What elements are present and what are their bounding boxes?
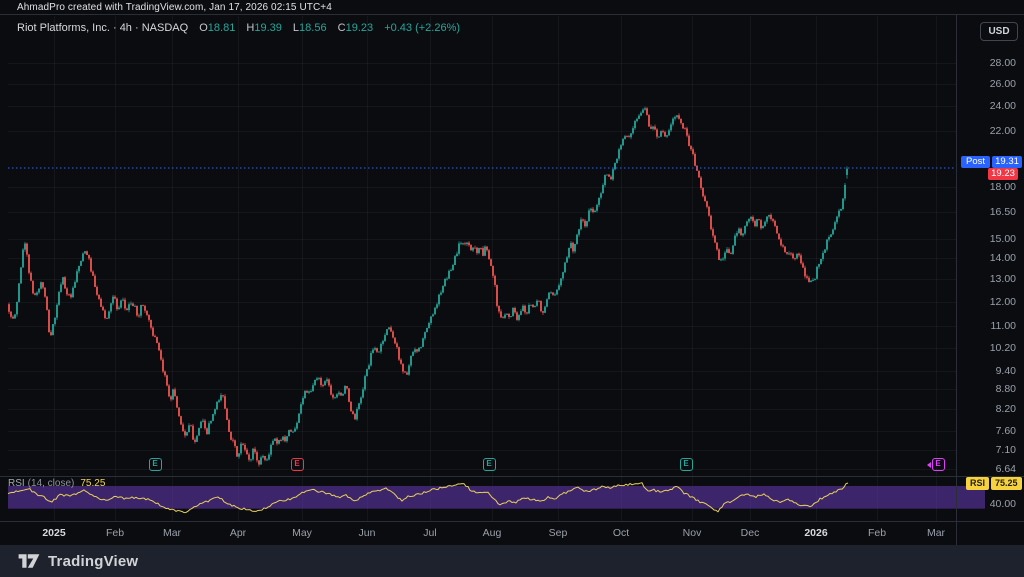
time-axis-label: Nov	[683, 527, 702, 539]
price-axis-label: 8.80	[996, 383, 1016, 395]
change-value: +0.43 (+2.26%)	[384, 22, 460, 34]
rsi-axis-badge-name: RSI	[966, 477, 989, 490]
time-axis-label: 2026	[804, 527, 827, 539]
rsi-axis-badge-value: 75.25	[991, 477, 1022, 490]
attribution-text: AhmadPro created with TradingView.com, J…	[17, 2, 332, 13]
ohlc-high-value: 19.39	[254, 22, 282, 34]
time-axis-label: Feb	[868, 527, 886, 539]
earnings-arrow-icon	[927, 462, 931, 468]
price-axis-label: 11.00	[991, 320, 1017, 332]
price-axis-label: 22.00	[990, 125, 1016, 137]
earnings-marker[interactable]: E	[680, 458, 693, 471]
time-axis-label: Sep	[549, 527, 568, 539]
price-axis-label: 8.20	[996, 403, 1016, 415]
price-axis-label: 16.50	[990, 206, 1016, 218]
ohlc-close-value: 19.23	[346, 22, 374, 34]
time-axis-label: 2025	[42, 527, 65, 539]
last-price-label: 19.23	[988, 168, 1018, 180]
symbol-legend: Riot Platforms, Inc. · 4h · NASDAQ O18.8…	[17, 22, 460, 34]
price-axis-label: 18.00	[990, 181, 1016, 193]
rsi-indicator-title[interactable]: RSI(14, close) 75.25	[8, 478, 105, 489]
post-market-value: 19.31	[992, 156, 1022, 168]
ohlc-open-value: 18.81	[208, 22, 236, 34]
price-axis-label: 12.00	[990, 296, 1016, 308]
earnings-marker[interactable]: E	[291, 458, 304, 471]
price-axis-label: 14.00	[990, 252, 1016, 264]
time-axis-label: Jul	[423, 527, 436, 539]
price-axis-label: 6.64	[996, 463, 1016, 475]
tradingview-snapshot: AhmadPro created with TradingView.com, J…	[0, 0, 1024, 577]
rsi-current-value: 75.25	[80, 478, 105, 489]
post-market-badge: Post	[961, 156, 990, 168]
upcoming-earnings-marker[interactable]: E	[932, 458, 945, 471]
time-axis-label: Apr	[230, 527, 246, 539]
earnings-marker[interactable]: E	[483, 458, 496, 471]
price-axis-label: 9.40	[996, 365, 1016, 377]
time-axis-label: Aug	[483, 527, 502, 539]
ohlc-open-label: O	[199, 22, 208, 34]
pane-separator[interactable]	[0, 476, 1024, 477]
time-axis-label: Jun	[359, 527, 376, 539]
price-axis-label: 24.00	[990, 100, 1016, 112]
price-axis-label: 28.00	[990, 57, 1016, 69]
rsi-params: (14, close)	[28, 478, 75, 489]
time-axis-label: Mar	[927, 527, 945, 539]
earnings-marker[interactable]: E	[149, 458, 162, 471]
symbol-title[interactable]: Riot Platforms, Inc. · 4h · NASDAQ	[17, 22, 188, 34]
time-axis-label: Oct	[613, 527, 629, 539]
price-axis-label: 13.00	[990, 273, 1016, 285]
tradingview-logo-icon[interactable]	[18, 552, 40, 570]
candlestick-chart-canvas[interactable]	[0, 0, 1024, 577]
time-axis-label: Mar	[163, 527, 181, 539]
price-axis-label: 15.00	[990, 233, 1016, 245]
price-axis-label: 26.00	[990, 78, 1016, 90]
footer-bar: TradingView	[0, 545, 1024, 577]
price-axis-label: 7.60	[996, 425, 1016, 437]
rsi-axis-badge: RSI75.25	[966, 477, 1022, 490]
ohlc-low-value: 18.56	[299, 22, 327, 34]
price-axis-label: 7.10	[996, 444, 1016, 456]
time-axis-separator	[0, 521, 1024, 522]
rsi-level-label: 40.00	[990, 498, 1016, 510]
time-axis-label: May	[292, 527, 312, 539]
time-axis-label: Dec	[741, 527, 760, 539]
attribution-bar: AhmadPro created with TradingView.com, J…	[0, 0, 1024, 15]
ohlc-close-label: C	[338, 22, 346, 34]
post-market-price-label: Post19.31	[961, 156, 1022, 168]
price-axis-border	[956, 15, 957, 545]
currency-button[interactable]: USD	[980, 22, 1018, 41]
tradingview-brand[interactable]: TradingView	[48, 553, 138, 570]
price-axis-label: 10.20	[990, 342, 1016, 354]
rsi-name: RSI	[8, 478, 25, 489]
time-axis-label: Feb	[106, 527, 124, 539]
